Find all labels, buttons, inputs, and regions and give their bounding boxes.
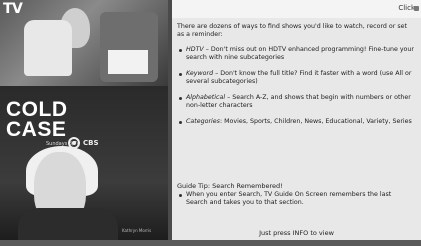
bottom-bar	[0, 240, 421, 246]
tv-guide-logo: TV	[3, 1, 23, 17]
bullet-text: – Don't miss out on HDTV enhanced progra…	[186, 46, 414, 61]
bullet-icon	[179, 73, 182, 76]
bullet-text: : Movies, Sports, Children, News, Educat…	[219, 118, 412, 125]
list-item-alphabetical: Alphabetical – Search A-Z, and shows tha…	[178, 94, 414, 110]
cbs-eye-icon	[68, 137, 80, 149]
guide-tip-title: Guide Tip: Search Remembered!	[177, 182, 283, 190]
info-prompt: Just press INFO to view	[259, 229, 334, 237]
promo-banner-image	[0, 0, 168, 86]
banner-figure-body	[24, 20, 72, 76]
promo-panel: TV COLD CASE Sundays 8/7c CBS Kathryn Mo…	[0, 0, 168, 246]
screen-frame: TV COLD CASE Sundays 8/7c CBS Kathryn Mo…	[0, 0, 421, 246]
list-item-hdtv: HDTV – Don't miss out on HDTV enhanced p…	[178, 46, 414, 62]
tip-body: When you enter Search, TV Guide On Scree…	[186, 191, 392, 206]
banner-box	[108, 50, 148, 74]
bullet-icon	[179, 97, 182, 100]
show-title-line-2: CASE	[6, 118, 67, 141]
help-content-panel: Click There are dozens of ways to find s…	[172, 0, 421, 246]
list-item-keyword: Keyword – Don't know the full title? Fin…	[178, 70, 414, 86]
content-header: Click	[172, 0, 421, 18]
bullet-icon	[179, 49, 182, 52]
bullet-key: HDTV	[186, 46, 204, 53]
show-title-line-1: COLD	[6, 98, 68, 121]
guide-tip-text: When you enter Search, TV Guide On Scree…	[178, 191, 414, 207]
header-text: Click	[398, 4, 415, 12]
bullet-key: Keyword	[186, 70, 214, 77]
poster-credit: Kathryn Morris	[122, 228, 152, 233]
network-name: CBS	[83, 139, 99, 147]
list-item-categories: Categories: Movies, Sports, Children, Ne…	[178, 118, 414, 126]
bullet-icon	[179, 194, 182, 197]
bullet-key: Categories	[186, 118, 220, 125]
show-title: COLD CASE	[6, 98, 116, 141]
intro-text: There are dozens of ways to find shows y…	[177, 23, 407, 38]
bullet-text: – Don't know the full title? Find it fas…	[186, 70, 412, 85]
bullet-key: Alphabetical	[186, 94, 226, 101]
header-icon	[414, 6, 419, 11]
bullet-icon	[179, 121, 182, 124]
